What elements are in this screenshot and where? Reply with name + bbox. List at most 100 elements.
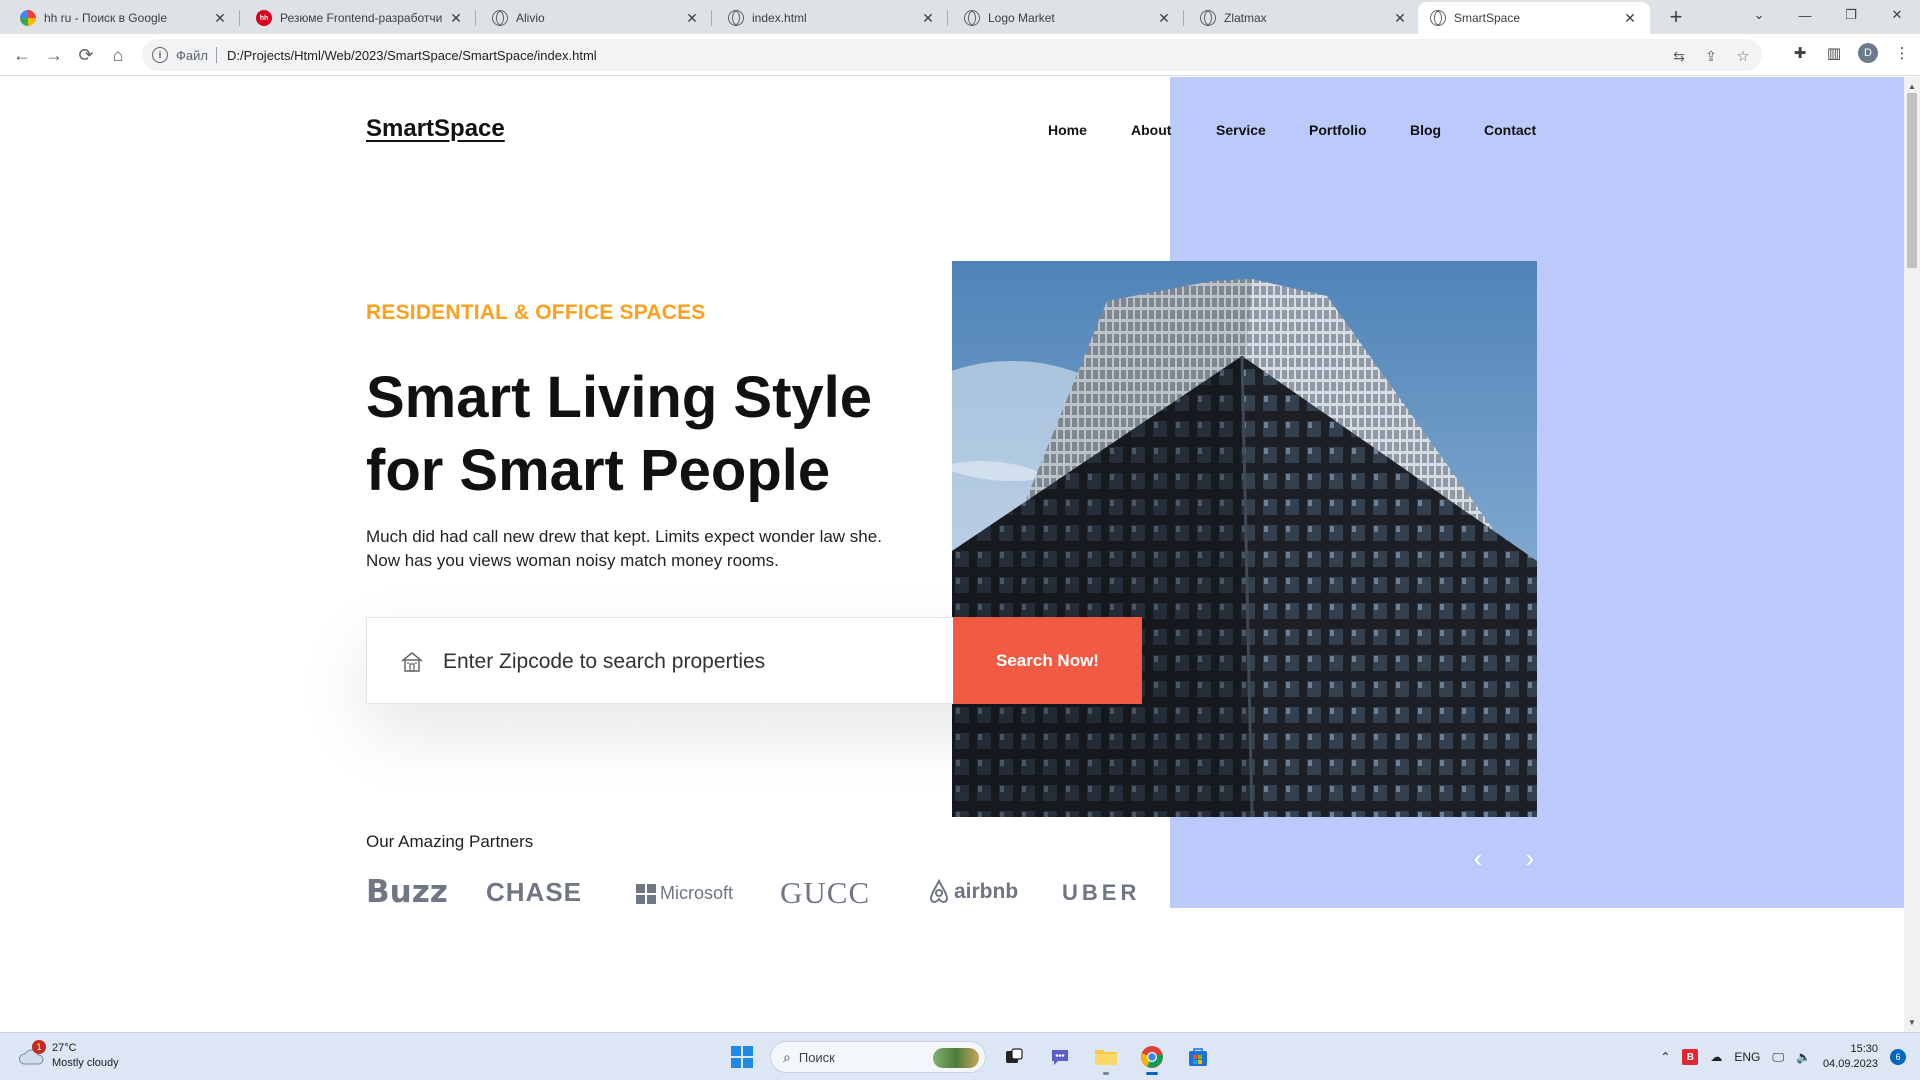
scroll-thumb[interactable] xyxy=(1907,93,1917,268)
tab-title: Резюме Frontend-разработчик xyxy=(280,11,442,25)
back-arrow-icon[interactable]: ← xyxy=(10,43,34,67)
partner-logo-uber: UBER xyxy=(1062,880,1141,905)
close-tab-icon[interactable]: ✕ xyxy=(212,10,228,26)
task-view-icon[interactable] xyxy=(996,1039,1032,1075)
tab-zlatmax[interactable]: Zlatmax ✕ xyxy=(1188,2,1420,34)
scroll-up-arrow-icon[interactable]: ▲ xyxy=(1908,82,1916,91)
windows-taskbar: 1 27°C Mostly cloudy ⌕ Поиск ⌃ B ☁ ENG 🖵… xyxy=(0,1032,1920,1080)
network-icon[interactable]: 🖵 xyxy=(1772,1050,1784,1065)
hero-description: Much did had call new drew that kept. Li… xyxy=(366,525,936,573)
nav-blog[interactable]: Blog xyxy=(1410,122,1441,138)
url-text[interactable]: D:/Projects/Html/Web/2023/SmartSpace/Sma… xyxy=(227,48,597,63)
tab-alivio[interactable]: Alivio ✕ xyxy=(480,2,712,34)
close-tab-icon[interactable]: ✕ xyxy=(1156,10,1172,26)
page-scrollbar[interactable]: ▲ ▼ xyxy=(1904,77,1920,1032)
taskbar-apps: ⌕ Поиск xyxy=(724,1039,1216,1075)
bookmark-star-icon[interactable]: ☆ xyxy=(1734,47,1752,65)
tab-strip: hh ru - Поиск в Google ✕ hh Резюме Front… xyxy=(0,0,1920,34)
weather-desc: Mostly cloudy xyxy=(52,1057,119,1069)
globe-icon xyxy=(492,10,508,26)
nav-service[interactable]: Service xyxy=(1216,122,1266,138)
skyscraper-illustration xyxy=(952,261,1537,817)
microsoft-store-icon[interactable] xyxy=(1180,1039,1216,1075)
site-info-icon[interactable]: i xyxy=(152,47,168,63)
partner-logo-airbnb: airbnb xyxy=(928,879,1018,905)
slider-next-chevron-icon[interactable]: › xyxy=(1518,845,1542,871)
address-bar[interactable]: i Файл D:/Projects/Html/Web/2023/SmartSp… xyxy=(142,39,1762,71)
close-tab-icon[interactable]: ✕ xyxy=(1622,10,1638,26)
hh-favicon-icon: hh xyxy=(256,10,272,26)
zipcode-search-input[interactable] xyxy=(443,642,923,682)
new-tab-button[interactable]: + xyxy=(1664,6,1688,30)
airbnb-wordmark: airbnb xyxy=(954,880,1019,903)
tab-google-search[interactable]: hh ru - Поиск в Google ✕ xyxy=(8,2,240,34)
cloud-icon: 1 xyxy=(18,1040,46,1066)
clock[interactable]: 15:30 04.09.2023 xyxy=(1823,1042,1878,1072)
restore-icon[interactable]: ❐ xyxy=(1828,0,1874,30)
page-viewport: SmartSpace Home About Service Portfolio … xyxy=(0,77,1904,1032)
hero-description-line1: Much did had call new drew that kept. Li… xyxy=(366,527,882,546)
magnifier-icon: ⌕ xyxy=(783,1048,791,1065)
close-tab-icon[interactable]: ✕ xyxy=(920,10,936,26)
minimize-icon[interactable]: — xyxy=(1782,0,1828,30)
close-tab-icon[interactable]: ✕ xyxy=(448,10,464,26)
clock-date: 04.09.2023 xyxy=(1822,1058,1878,1070)
reload-icon[interactable]: ⟳ xyxy=(74,43,98,67)
translate-icon[interactable]: ⇆ xyxy=(1670,47,1688,65)
tab-index-html[interactable]: index.html ✕ xyxy=(716,2,948,34)
tab-logo-market[interactable]: Logo Market ✕ xyxy=(952,2,1184,34)
hero-title-line1: Smart Living Style xyxy=(366,365,873,430)
search-highlight-art xyxy=(933,1048,979,1068)
search-card: Search Now! xyxy=(366,617,1142,704)
tab-smartspace[interactable]: SmartSpace ✕ xyxy=(1418,2,1650,34)
nav-contact[interactable]: Contact xyxy=(1484,122,1536,138)
forward-arrow-icon[interactable]: → xyxy=(42,43,66,67)
nav-home[interactable]: Home xyxy=(1048,122,1087,138)
share-icon[interactable]: ⇪ xyxy=(1702,47,1720,65)
microsoft-grid-icon xyxy=(636,883,656,904)
scroll-down-arrow-icon[interactable]: ▼ xyxy=(1908,1018,1916,1027)
partner-logo-chase: CHASE xyxy=(486,877,583,907)
tab-title: Zlatmax xyxy=(1224,11,1267,25)
close-window-icon[interactable]: ✕ xyxy=(1874,0,1920,30)
slider-prev-chevron-icon[interactable]: ‹ xyxy=(1466,845,1490,871)
nav-portfolio[interactable]: Portfolio xyxy=(1309,122,1367,138)
site-logo[interactable]: SmartSpace xyxy=(366,115,505,143)
partner-logo-buzz: Buzz xyxy=(366,874,448,910)
search-now-button[interactable]: Search Now! xyxy=(953,617,1142,704)
partners-title: Our Amazing Partners xyxy=(366,832,534,851)
file-explorer-icon[interactable] xyxy=(1088,1039,1124,1075)
close-tab-icon[interactable]: ✕ xyxy=(684,10,700,26)
extensions-puzzle-icon[interactable]: ✚ xyxy=(1790,43,1810,63)
partner-logo-gucci: GUCC xyxy=(780,875,871,910)
close-tab-icon[interactable]: ✕ xyxy=(1392,10,1408,26)
profile-avatar[interactable]: D xyxy=(1858,43,1878,63)
side-panel-icon[interactable]: ▥ xyxy=(1824,43,1844,63)
menu-kebab-icon[interactable]: ⋮ xyxy=(1892,43,1912,63)
house-icon xyxy=(401,652,423,672)
tray-overflow-chevron-icon[interactable]: ⌃ xyxy=(1660,1050,1670,1064)
weather-temp: 27°C xyxy=(52,1042,77,1054)
teams-chat-icon[interactable] xyxy=(1042,1039,1078,1075)
globe-icon xyxy=(1200,10,1216,26)
nav-about[interactable]: About xyxy=(1131,122,1171,138)
windows-start-icon[interactable] xyxy=(724,1039,760,1075)
browser-toolbar: ← → ⟳ ⌂ i Файл D:/Projects/Html/Web/2023… xyxy=(0,34,1920,76)
taskbar-search-box[interactable]: ⌕ Поиск xyxy=(770,1041,986,1073)
notifications-badge[interactable]: 6 xyxy=(1890,1049,1906,1065)
red-app-tray-icon[interactable]: B xyxy=(1682,1049,1699,1065)
partner-logo-microsoft: Microsoft xyxy=(636,883,733,904)
chrome-icon[interactable] xyxy=(1134,1039,1170,1075)
home-icon[interactable]: ⌂ xyxy=(106,43,130,67)
volume-icon[interactable]: 🔈 xyxy=(1796,1050,1811,1064)
tab-title: Logo Market xyxy=(988,11,1055,25)
tab-search-chevron-icon[interactable]: ⌄ xyxy=(1736,0,1782,30)
onedrive-cloud-icon[interactable]: ☁ xyxy=(1710,1050,1722,1064)
weather-widget[interactable]: 1 27°C Mostly cloudy xyxy=(18,1040,119,1071)
globe-icon xyxy=(728,10,744,26)
language-indicator[interactable]: ENG xyxy=(1734,1050,1760,1064)
globe-icon xyxy=(964,10,980,26)
scheme-label: Файл xyxy=(176,47,208,63)
tab-title: SmartSpace xyxy=(1454,11,1521,25)
tab-resume[interactable]: hh Резюме Frontend-разработчик ✕ xyxy=(244,2,476,34)
